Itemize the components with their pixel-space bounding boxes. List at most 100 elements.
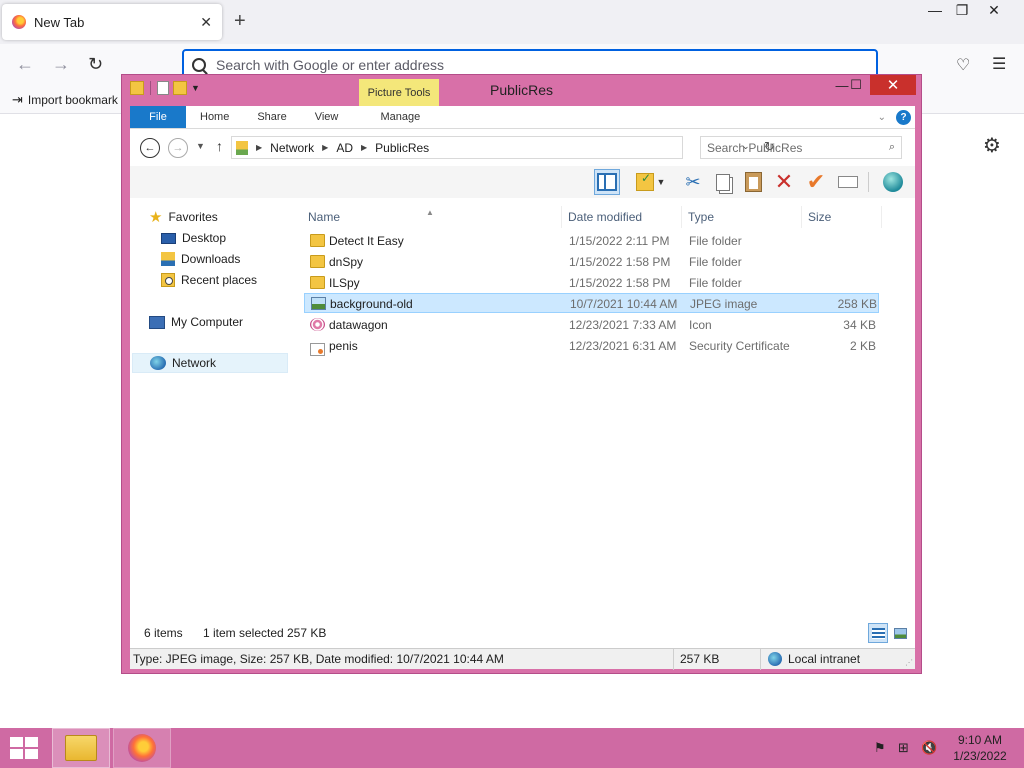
folder-search-input[interactable]: [707, 140, 889, 155]
recent-places-icon: [161, 273, 175, 287]
tab-close-button[interactable]: ✕: [200, 14, 212, 31]
rename-button[interactable]: [835, 169, 861, 195]
breadcrumb-separator[interactable]: ▶: [361, 143, 367, 152]
resize-grip-icon[interactable]: ⋰: [905, 658, 913, 667]
file-row[interactable]: datawagon 12/23/2021 7:33 AM Icon 34 KB: [304, 315, 879, 335]
back-button[interactable]: ←: [16, 54, 34, 75]
file-row[interactable]: penis 12/23/2021 6:31 AM Security Certif…: [304, 336, 879, 356]
nav-my-computer[interactable]: My Computer: [149, 312, 243, 332]
quick-access-toolbar: ▼: [130, 81, 200, 95]
properties-icon: [636, 171, 654, 191]
customize-toolbar-icon[interactable]: ▼: [191, 83, 200, 93]
tab-share[interactable]: Share: [243, 106, 300, 128]
file-explorer-icon: [65, 735, 97, 761]
explorer-body: ★ Favorites Desktop Downloads Recent pla…: [130, 198, 915, 618]
search-icon: [192, 58, 206, 72]
breadcrumb-publicres[interactable]: PublicRes: [375, 141, 429, 155]
url-input[interactable]: [216, 57, 876, 73]
star-icon: ★: [149, 209, 163, 226]
column-header-size[interactable]: Size: [804, 206, 882, 228]
explorer-maximize-button[interactable]: ☐: [842, 75, 870, 95]
browser-tab-new-tab[interactable]: New Tab ✕: [2, 4, 222, 40]
nav-label: Network: [172, 356, 217, 370]
folder-icon[interactable]: [130, 81, 144, 95]
new-tab-button[interactable]: +: [234, 10, 246, 33]
breadcrumb-ad[interactable]: AD: [336, 141, 353, 155]
preview-pane-button[interactable]: [594, 169, 620, 195]
clock-date: 1/23/2022: [953, 749, 1007, 763]
ribbon-right-controls: ⌄ ?: [878, 106, 915, 128]
taskbar-explorer-button[interactable]: [52, 728, 110, 768]
help-icon[interactable]: ?: [896, 109, 911, 125]
select-button[interactable]: ✔: [803, 169, 829, 195]
start-button[interactable]: [10, 737, 38, 759]
jpeg-icon: [311, 297, 326, 310]
copy-button[interactable]: [710, 169, 736, 195]
explorer-close-button[interactable]: ✕: [870, 75, 916, 95]
scissors-icon: ✂: [685, 171, 701, 192]
file-row[interactable]: dnSpy 1/15/2022 1:58 PM File folder: [304, 252, 879, 272]
chevron-down-icon[interactable]: ⌄: [878, 112, 886, 123]
file-date: 10/7/2021 10:44 AM: [570, 297, 678, 311]
explorer-back-button[interactable]: ←: [140, 138, 160, 158]
search-icon[interactable]: ⌕: [889, 141, 895, 154]
menu-icon[interactable]: ☰: [992, 54, 1006, 74]
nav-downloads[interactable]: Downloads: [161, 249, 240, 269]
tab-view[interactable]: View: [301, 106, 353, 128]
action-center-icon[interactable]: ⚑: [874, 740, 886, 756]
breadcrumb-separator[interactable]: ▶: [256, 143, 262, 152]
file-row[interactable]: ILSpy 1/15/2022 1:58 PM File folder: [304, 273, 879, 293]
cut-button[interactable]: ✂: [680, 169, 706, 195]
up-level-button[interactable]: ↑: [216, 138, 223, 154]
new-folder-icon[interactable]: [173, 81, 187, 95]
browser-close-button[interactable]: ✕: [979, 2, 1009, 19]
explorer-forward-button[interactable]: →: [168, 138, 188, 158]
browser-minimize-button[interactable]: —: [920, 2, 950, 18]
system-clock[interactable]: 9:10 AM 1/23/2022: [940, 732, 1020, 764]
details-view-button[interactable]: [868, 623, 888, 643]
volume-muted-icon[interactable]: 🔇: [921, 740, 937, 756]
properties-icon[interactable]: [157, 81, 169, 95]
taskbar-firefox-button[interactable]: [113, 728, 171, 768]
large-icons-view-button[interactable]: [890, 623, 910, 643]
explorer-title-bar[interactable]: ▼ Picture Tools PublicRes — ☐ ✕: [122, 75, 921, 106]
column-label: Date modified: [568, 210, 643, 224]
pocket-icon[interactable]: ♡: [956, 55, 970, 75]
rename-icon: [838, 176, 858, 188]
column-header-type[interactable]: Type: [684, 206, 802, 228]
tab-home[interactable]: Home: [186, 106, 243, 128]
column-header-name[interactable]: Name ▲: [304, 206, 562, 228]
file-row[interactable]: Detect It Easy 1/15/2022 2:11 PM File fo…: [304, 231, 879, 251]
nav-network[interactable]: Network: [132, 353, 288, 373]
reload-button[interactable]: ↻: [88, 54, 103, 75]
network-tray-icon[interactable]: ⊞: [898, 740, 909, 756]
properties-dropdown[interactable]: ▼: [654, 169, 668, 195]
browser-restore-button[interactable]: ❐: [947, 2, 977, 19]
toolbar-divider: [868, 172, 869, 192]
file-date: 1/15/2022 2:11 PM: [569, 234, 670, 248]
forward-button[interactable]: →: [52, 54, 70, 75]
delete-button[interactable]: ✕: [771, 169, 797, 195]
recent-locations-button[interactable]: ▼: [196, 141, 205, 151]
address-bar[interactable]: ▶ Network ▶ AD ▶ PublicRes ⌄ ↻: [231, 136, 775, 159]
import-bookmarks-link[interactable]: ⇥ Import bookmark: [12, 92, 118, 108]
column-header-date-modified[interactable]: Date modified: [564, 206, 682, 228]
shell-button[interactable]: [880, 169, 906, 195]
tab-file[interactable]: File: [130, 106, 186, 128]
windows-logo-icon: [25, 749, 38, 759]
file-row-selected[interactable]: background-old 10/7/2021 10:44 AM JPEG i…: [304, 293, 879, 313]
breadcrumb-network[interactable]: Network: [270, 141, 314, 155]
folder-search-box[interactable]: ⌕: [700, 136, 902, 159]
nav-recent-places[interactable]: Recent places: [161, 270, 257, 290]
nav-label: Recent places: [181, 273, 258, 287]
paste-button[interactable]: [740, 169, 766, 195]
breadcrumb-separator[interactable]: ▶: [322, 143, 328, 152]
nav-favorites[interactable]: ★ Favorites: [149, 207, 218, 227]
file-date: 12/23/2021 6:31 AM: [569, 339, 677, 353]
file-date: 12/23/2021 7:33 AM: [569, 318, 677, 332]
nav-desktop[interactable]: Desktop: [161, 228, 226, 248]
item-status-row: 6 items 1 item selected 257 KB: [130, 618, 915, 648]
tab-manage[interactable]: Manage: [360, 106, 440, 128]
file-type: Security Certificate: [689, 339, 790, 353]
gear-icon[interactable]: ⚙: [983, 133, 1001, 158]
